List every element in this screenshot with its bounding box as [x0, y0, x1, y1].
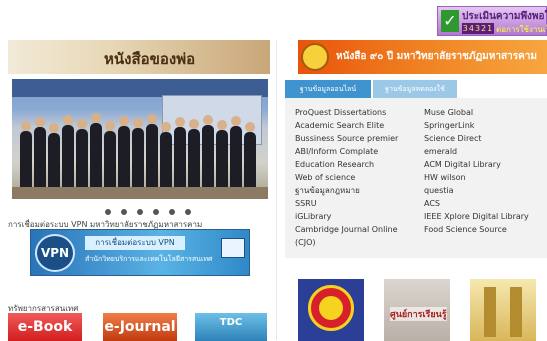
- fathers-book-title: หนังสือของพ่อ: [104, 50, 196, 68]
- database-list-left: ProQuest Dissertations Academic Search E…: [295, 106, 398, 249]
- database-link[interactable]: Science Direct: [424, 132, 529, 145]
- slider-dot[interactable]: [153, 209, 160, 215]
- database-link[interactable]: Web of science: [295, 171, 398, 184]
- database-link[interactable]: SpringerLink: [424, 119, 529, 132]
- database-link[interactable]: questia: [424, 184, 529, 197]
- database-link[interactable]: SSRU: [295, 197, 398, 210]
- database-link[interactable]: IEEE Xplore Digital Library: [424, 210, 529, 223]
- database-link[interactable]: emerald: [424, 145, 529, 158]
- learning-center-label: ศูนย์การเรียนรู้: [390, 307, 447, 321]
- database-link[interactable]: Education Research: [295, 158, 398, 171]
- database-link[interactable]: ACM Digital Library: [424, 158, 529, 171]
- learning-center-thumbnail-link[interactable]: ศูนย์การเรียนรู้: [384, 279, 450, 341]
- tab-online-databases[interactable]: ฐานข้อมูลออนไลน์: [285, 80, 371, 98]
- university-seal-icon: [301, 43, 329, 71]
- asean-thumbnail-link[interactable]: [298, 279, 364, 341]
- vpn-banner-subheading: สำนักวิทยบริการและเทคโนโลยีสารสนเทศ: [85, 255, 213, 263]
- library-hall-thumbnail-link[interactable]: [470, 279, 536, 341]
- satisfaction-survey-badge[interactable]: ✓ ประเมินความพึงพอใจ 34321 ต่อการใช้งานเ…: [437, 6, 547, 36]
- database-link[interactable]: ABI/Inform Complate: [295, 145, 398, 158]
- survey-subtitle: ต่อการใช้งานเว็บไซต์: [496, 25, 547, 34]
- tab-trial-databases[interactable]: ฐานข้อมูลทดลองใช้: [373, 80, 457, 98]
- checkmark-icon: ✓: [441, 10, 459, 32]
- survey-title: ประเมินความพึงพอใจ: [462, 11, 547, 22]
- database-link[interactable]: ProQuest Dissertations: [295, 106, 398, 119]
- photo-slider[interactable]: [12, 79, 268, 199]
- slider-dot[interactable]: [137, 209, 144, 215]
- tdc-link[interactable]: TDC: [195, 313, 267, 341]
- computer-icon: [221, 238, 245, 258]
- ejournal-link[interactable]: e-Journal: [103, 313, 177, 341]
- database-link[interactable]: Bussiness Source premier: [295, 132, 398, 145]
- slider-dot[interactable]: [169, 209, 176, 215]
- anniversary-book-title: หนังสือ ๙๐ ปี มหาวิทยาลัยราชภัฏมหาสารคาม: [336, 51, 537, 62]
- vpn-banner-heading: การเชื่อมต่อระบบ VPN: [85, 236, 185, 250]
- fathers-book-banner[interactable]: หนังสือของพ่อ: [8, 40, 270, 74]
- database-link[interactable]: ฐานข้อมูลกฎหมาย: [295, 184, 398, 197]
- anniversary-book-banner[interactable]: หนังสือ ๙๐ ปี มหาวิทยาลัยราชภัฏมหาสารคาม: [298, 40, 547, 74]
- slider-dot[interactable]: [121, 209, 128, 215]
- page: ✓ ประเมินความพึงพอใจ 34321 ต่อการใช้งานเ…: [0, 0, 547, 341]
- database-link[interactable]: iGLibrary: [295, 210, 398, 223]
- database-link[interactable]: (CJO): [295, 236, 398, 249]
- database-link[interactable]: Cambridge Journal Online: [295, 223, 398, 236]
- vpn-banner-link[interactable]: VPN การเชื่อมต่อระบบ VPN สำนักวิทยบริการ…: [30, 229, 250, 276]
- database-link[interactable]: Muse Global: [424, 106, 529, 119]
- vpn-badge: VPN: [35, 234, 75, 272]
- database-list-panel: ProQuest Dissertations Academic Search E…: [285, 98, 547, 258]
- database-link[interactable]: HW wilson: [424, 171, 529, 184]
- survey-counter: 34321: [462, 23, 494, 34]
- slider-dot[interactable]: [185, 209, 192, 215]
- slider-photo-floor: [12, 187, 268, 199]
- database-link[interactable]: ACS: [424, 197, 529, 210]
- database-link[interactable]: Food Science Source: [424, 223, 529, 236]
- ebook-link[interactable]: e-Book: [8, 313, 82, 341]
- slider-dot[interactable]: [105, 209, 111, 215]
- database-list-right: Muse Global SpringerLink Science Direct …: [424, 106, 529, 236]
- slider-pagination: [105, 200, 196, 215]
- database-link[interactable]: Academic Search Elite: [295, 119, 398, 132]
- column-divider: [276, 40, 277, 340]
